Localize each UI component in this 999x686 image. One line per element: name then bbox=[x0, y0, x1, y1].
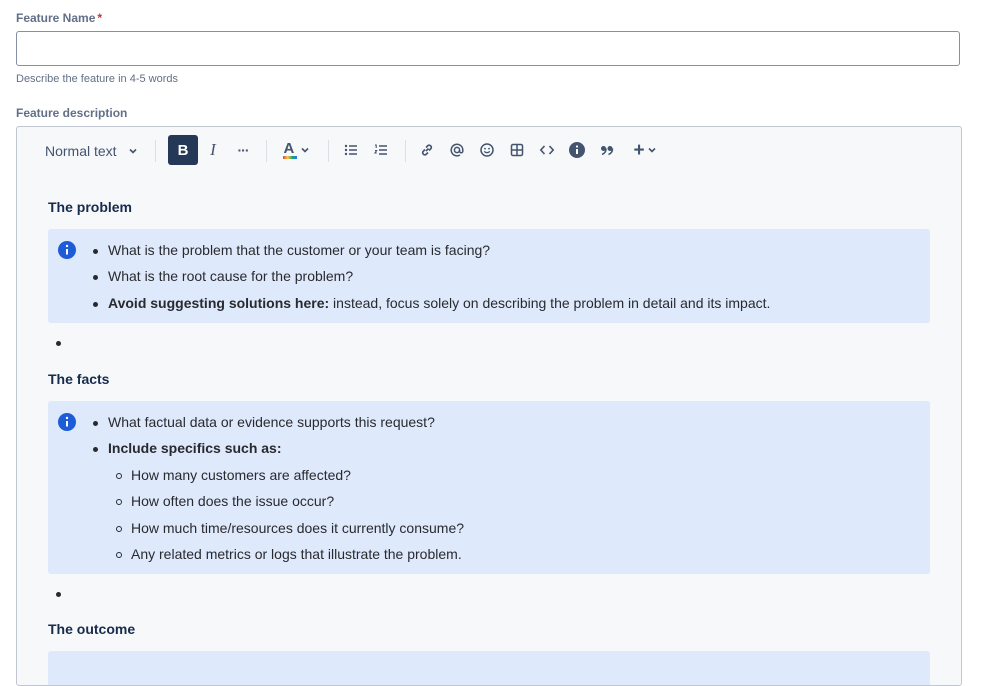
list-item: What is the root cause for the problem? bbox=[93, 268, 353, 284]
info-panel-outcome bbox=[48, 651, 930, 685]
table-icon bbox=[510, 143, 524, 157]
more-icon: ··· bbox=[237, 142, 250, 158]
code-icon bbox=[539, 145, 555, 155]
rich-text-editor[interactable]: Normal text B I ··· A + The problem What… bbox=[16, 126, 962, 686]
code-button[interactable] bbox=[534, 136, 560, 164]
empty-list-item[interactable] bbox=[56, 341, 61, 346]
info-icon bbox=[58, 413, 76, 431]
chevron-down-icon bbox=[300, 147, 309, 153]
plus-icon: + bbox=[633, 139, 645, 161]
bullet-list-button[interactable] bbox=[338, 136, 364, 164]
sub-list-item: How much time/resources does it currentl… bbox=[116, 520, 464, 536]
list-item: What factual data or evidence supports t… bbox=[93, 414, 435, 430]
feature-name-input[interactable] bbox=[16, 31, 960, 66]
empty-list-item[interactable] bbox=[56, 592, 61, 597]
italic-icon: I bbox=[210, 140, 216, 159]
required-mark: * bbox=[97, 11, 103, 25]
section-heading-outcome: The outcome bbox=[48, 621, 136, 637]
bold-button[interactable]: B bbox=[168, 135, 198, 165]
info-icon bbox=[569, 142, 585, 158]
text-style-label: Normal text bbox=[45, 143, 117, 159]
list-item: Avoid suggesting solutions here: instead… bbox=[93, 295, 770, 311]
mention-button[interactable] bbox=[444, 136, 470, 164]
bullet-list-icon bbox=[344, 144, 357, 156]
chevron-down-icon bbox=[647, 147, 656, 153]
sub-list-item: How many customers are affected? bbox=[116, 467, 351, 483]
italic-button[interactable]: I bbox=[200, 136, 226, 164]
feature-name-label-text: Feature Name bbox=[16, 11, 96, 25]
numbered-list-button[interactable] bbox=[368, 136, 394, 164]
toolbar-divider bbox=[155, 140, 156, 162]
sub-list-item: Any related metrics or logs that illustr… bbox=[116, 546, 462, 562]
mention-icon bbox=[450, 143, 464, 157]
more-formatting-button[interactable]: ··· bbox=[230, 136, 256, 164]
feature-name-label: Feature Name * bbox=[16, 11, 102, 25]
info-panel-problem: What is the problem that the customer or… bbox=[48, 229, 930, 323]
table-button[interactable] bbox=[504, 136, 530, 164]
insert-button[interactable]: + bbox=[629, 136, 661, 164]
info-icon bbox=[58, 241, 76, 259]
toolbar-divider bbox=[405, 140, 406, 162]
info-panel-button[interactable] bbox=[564, 136, 590, 164]
feature-description-label: Feature description bbox=[16, 106, 128, 120]
text-color-button[interactable]: A bbox=[279, 136, 313, 164]
quote-icon bbox=[601, 146, 614, 156]
toolbar-divider bbox=[266, 140, 267, 162]
text-style-dropdown[interactable]: Normal text bbox=[45, 137, 141, 165]
section-heading-problem: The problem bbox=[48, 199, 133, 215]
feature-name-helper: Describe the feature in 4-5 words bbox=[16, 73, 179, 85]
sub-list-item: How often does the issue occur? bbox=[116, 493, 334, 509]
emoji-button[interactable] bbox=[474, 136, 500, 164]
editor-toolbar: Normal text B I ··· A + bbox=[17, 127, 961, 173]
section-heading-facts: The facts bbox=[48, 371, 110, 387]
link-icon bbox=[421, 144, 433, 156]
list-item: What is the problem that the customer or… bbox=[93, 242, 490, 258]
numbered-list-icon bbox=[373, 144, 387, 155]
info-panel-facts: What factual data or evidence supports t… bbox=[48, 401, 930, 574]
list-item: Include specifics such as: bbox=[93, 440, 282, 456]
link-button[interactable] bbox=[414, 136, 440, 164]
text-color-icon: A bbox=[282, 140, 297, 160]
quote-button[interactable] bbox=[594, 136, 620, 164]
emoji-icon bbox=[480, 143, 494, 157]
color-bar bbox=[282, 156, 297, 159]
toolbar-divider bbox=[328, 140, 329, 162]
text-color-letter: A bbox=[283, 140, 295, 157]
chevron-down-icon bbox=[129, 148, 137, 154]
